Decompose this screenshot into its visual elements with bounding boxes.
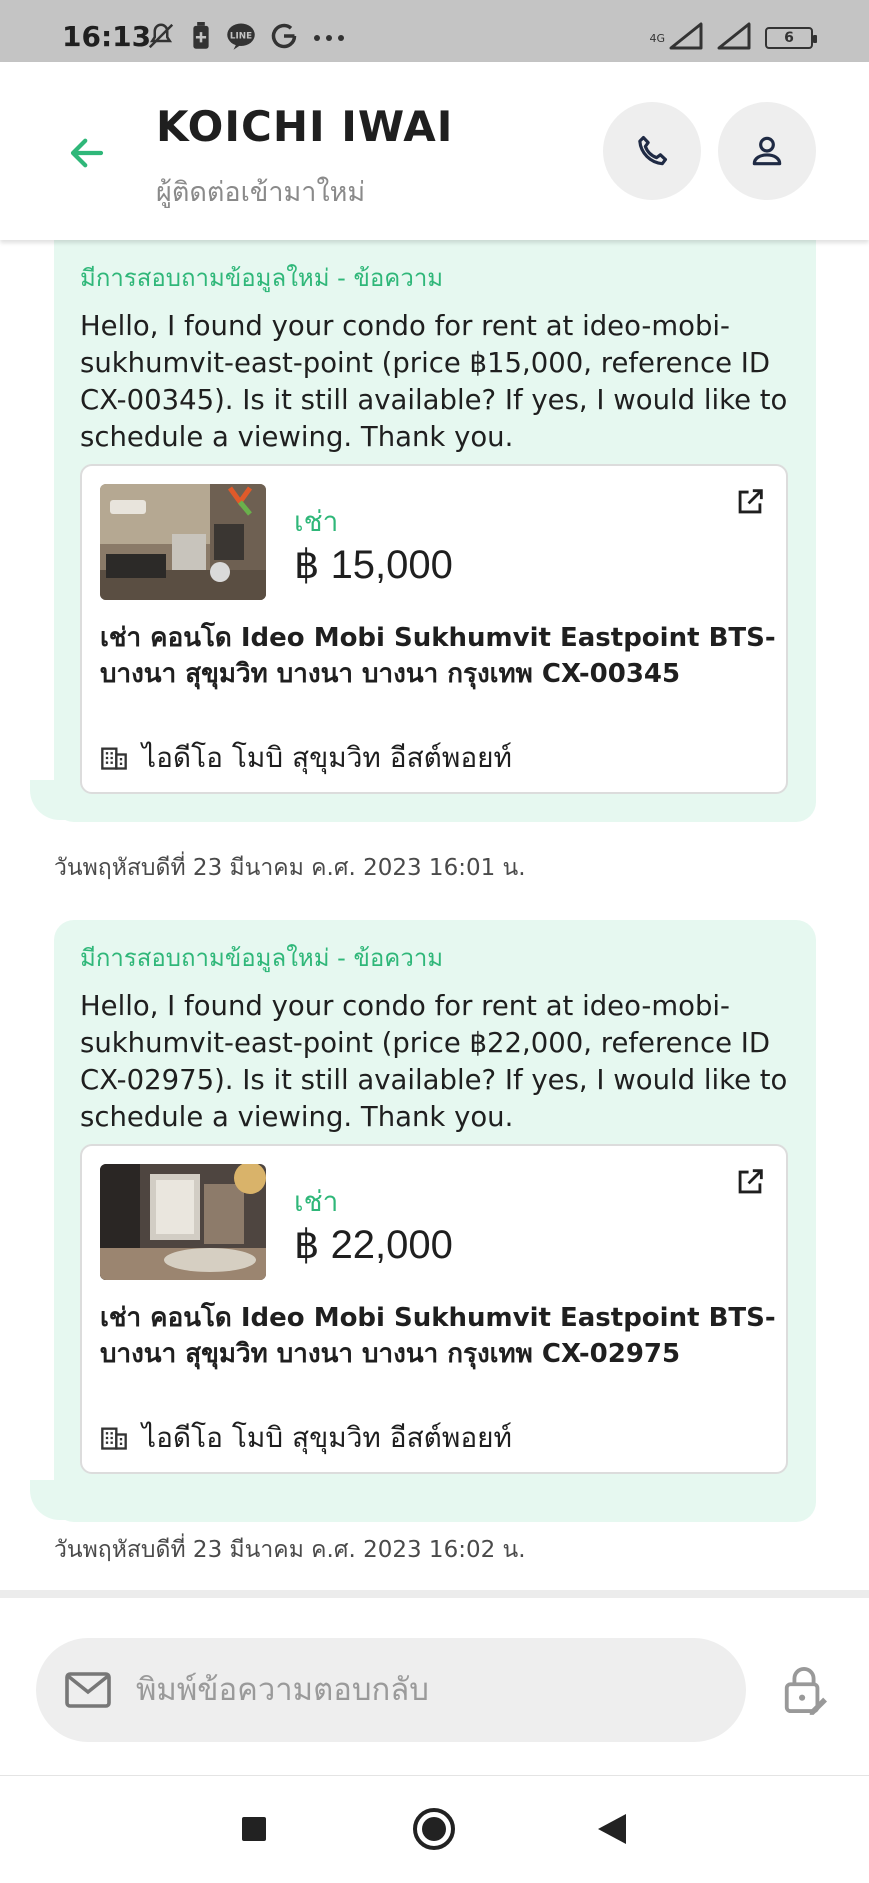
building-icon: [101, 1427, 127, 1450]
contact-name: KOICHI IWAI: [156, 102, 454, 151]
person-icon: [752, 136, 782, 166]
recent-apps-button[interactable]: [228, 1803, 280, 1855]
contact-status: ผู้ติดต่อเข้ามาใหม่: [156, 177, 366, 208]
composer-divider: [0, 1590, 869, 1598]
back-nav-button[interactable]: [586, 1803, 638, 1855]
battery-level: 6: [784, 30, 794, 46]
listing-title: เช่า คอนโด Ideo Mobi Sukhumvit Eastpoint…: [100, 623, 776, 689]
listing-price: ฿ 22,000: [294, 1223, 453, 1267]
open-in-new-icon: [738, 489, 763, 514]
status-notification-icons: LINE: [146, 22, 346, 54]
more-dots-icon: [312, 29, 346, 48]
call-button[interactable]: [603, 102, 701, 200]
google-icon: [270, 22, 298, 54]
circle-icon: [413, 1808, 455, 1850]
listing-card[interactable]: เช่า ฿ 22,000 เช่า คอนโด Ideo Mobi Sukhu…: [80, 1144, 788, 1474]
triangle-back-icon: [598, 1814, 626, 1844]
listing-title: เช่า คอนโด Ideo Mobi Sukhumvit Eastpoint…: [100, 1303, 776, 1369]
open-in-new-icon: [738, 1169, 763, 1194]
bubble-tail: [30, 780, 70, 820]
inquiry-message-bubble: มีการสอบถามข้อมูลใหม่ - ข้อความ Hello, I…: [54, 240, 816, 822]
status-time: 16:13: [62, 20, 152, 53]
building-icon: [101, 747, 127, 770]
message-text: Hello, I found your condo for rent at id…: [80, 990, 788, 1133]
signal-icon: [669, 22, 705, 54]
quick-reply-lock-button[interactable]: [774, 1660, 834, 1720]
inquiry-label: มีการสอบถามข้อมูลใหม่ - ข้อความ: [80, 944, 444, 972]
message-timestamp: วันพฤหัสบดีที่ 23 มีนาคม ค.ศ. 2023 16:02…: [54, 1537, 526, 1563]
signal-icon-secondary: [717, 22, 753, 54]
battery-saver-icon: [190, 22, 212, 54]
listing-project: ไอดีโอ โมบิ สุขุมวิท อีสต์พอยท์: [100, 736, 512, 780]
reply-input[interactable]: [136, 1672, 696, 1708]
lock-edit-icon: [784, 1667, 827, 1715]
inquiry-message-bubble: มีการสอบถามข้อมูลใหม่ - ข้อความ Hello, I…: [54, 920, 816, 1522]
open-external-button[interactable]: [728, 480, 772, 524]
listing-thumbnail: [100, 484, 266, 600]
message-list[interactable]: มีการสอบถามข้อมูลใหม่ - ข้อความ Hello, I…: [0, 240, 869, 1596]
listing-thumbnail: [100, 1164, 266, 1280]
reply-input-container[interactable]: [36, 1638, 746, 1742]
mail-icon: [65, 1672, 111, 1708]
message-timestamp: วันพฤหัสบดีที่ 23 มีนาคม ค.ศ. 2023 16:01…: [54, 855, 526, 881]
bubble-tail: [30, 1480, 70, 1520]
arrow-left-icon: [70, 138, 104, 168]
svg-text:LINE: LINE: [230, 32, 252, 42]
square-icon: [242, 1817, 266, 1841]
phone-icon: [638, 135, 668, 166]
back-button[interactable]: [62, 128, 112, 178]
inquiry-label: มีการสอบถามข้อมูลใหม่ - ข้อความ: [80, 264, 444, 292]
listing-price: ฿ 15,000: [294, 543, 453, 587]
listing-type: เช่า: [294, 505, 339, 538]
listing-project-name: ไอดีโอ โมบิ สุขุมวิท อีสต์พอยท์: [142, 741, 513, 774]
line-icon: LINE: [226, 21, 256, 55]
contact-profile-button[interactable]: [718, 102, 816, 200]
conversation-header: KOICHI IWAI ผู้ติดต่อเข้ามาใหม่: [0, 62, 869, 240]
mute-icon: [146, 21, 176, 55]
status-bar: 16:13 LINE 4G 6: [0, 0, 869, 62]
system-nav-bar: [0, 1777, 869, 1883]
home-button[interactable]: [408, 1803, 460, 1855]
listing-project-name: ไอดีโอ โมบิ สุขุมวิท อีสต์พอยท์: [142, 1421, 513, 1454]
network-type: 4G: [649, 31, 665, 45]
listing-project: ไอดีโอ โมบิ สุขุมวิท อีสต์พอยท์: [100, 1416, 512, 1460]
message-text: Hello, I found your condo for rent at id…: [80, 310, 788, 453]
status-system-icons: 4G 6: [649, 22, 817, 54]
listing-type: เช่า: [294, 1185, 339, 1218]
open-external-button[interactable]: [728, 1160, 772, 1204]
reply-composer: [0, 1598, 869, 1776]
battery-icon: 6: [765, 27, 817, 49]
listing-card[interactable]: เช่า ฿ 15,000 เช่า คอนโด Ideo Mobi Sukhu…: [80, 464, 788, 794]
